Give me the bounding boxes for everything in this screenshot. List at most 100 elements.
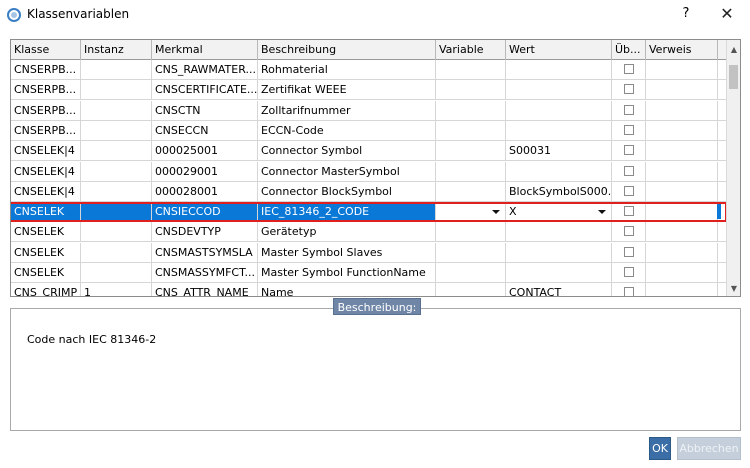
table-row[interactable]: CNSELEK|4 000029001 Connector MasterSymbol (11, 162, 726, 182)
cell-uebernehmen[interactable] (612, 101, 646, 121)
close-icon[interactable]: ✕ (716, 4, 738, 24)
cell-wert[interactable] (506, 80, 612, 100)
column-header-instanz[interactable]: Instanz (81, 40, 152, 60)
cell-verweis[interactable] (646, 202, 718, 222)
column-header-klasse[interactable]: Klasse (11, 40, 81, 60)
column-header-wert[interactable]: Wert (506, 40, 612, 60)
uebernehmen-checkbox[interactable] (624, 166, 634, 176)
cell-beschreibung: Name (258, 283, 436, 296)
cancel-button[interactable]: Abbrechen (677, 437, 741, 460)
table-row[interactable]: CNSELEK CNSMASSYMFCT... Master Symbol Func… (11, 263, 726, 283)
scrollbar-thumb[interactable] (729, 65, 738, 89)
cell-uebernehmen[interactable] (612, 121, 646, 141)
table-row[interactable]: CNSELEK CNSDEVTYP Gerätetyp (11, 222, 726, 242)
cell-verweis[interactable] (646, 263, 718, 283)
table-row[interactable]: CNSELEK|4 000025001 Connector Symbol S00031 (11, 141, 726, 161)
cell-uebernehmen[interactable] (612, 182, 646, 202)
table-row[interactable]: CNSELEK CNSMASTSYMSLA Master Symbol Slaves (11, 243, 726, 263)
cell-uebernehmen[interactable] (612, 162, 646, 182)
table-row[interactable]: CNSERPB... CNSECCN ECCN-Code (11, 121, 726, 141)
cell-wert[interactable] (506, 60, 612, 80)
uebernehmen-checkbox[interactable] (624, 267, 634, 277)
cell-uebernehmen[interactable] (612, 60, 646, 80)
uebernehmen-checkbox[interactable] (624, 247, 634, 257)
cell-beschreibung: Master Symbol FunctionName (258, 263, 436, 283)
description-text: Code nach IEC 81346-2 (27, 333, 157, 346)
cell-uebernehmen[interactable] (612, 202, 646, 222)
cell-verweis[interactable] (646, 101, 718, 121)
cell-variable[interactable] (436, 101, 506, 121)
cell-wert[interactable]: S00031 (506, 141, 612, 161)
uebernehmen-checkbox[interactable] (624, 186, 634, 196)
uebernehmen-checkbox[interactable] (624, 84, 634, 94)
cell-variable[interactable] (436, 222, 506, 242)
cell-variable[interactable] (436, 263, 506, 283)
cell-variable[interactable] (436, 182, 506, 202)
cell-variable[interactable] (436, 80, 506, 100)
ok-button[interactable]: OK (649, 437, 671, 460)
cell-variable[interactable] (436, 162, 506, 182)
uebernehmen-checkbox[interactable] (624, 125, 634, 135)
cell-variable[interactable] (436, 243, 506, 263)
cell-verweis[interactable] (646, 243, 718, 263)
uebernehmen-checkbox[interactable] (624, 287, 634, 296)
cell-verweis[interactable] (646, 182, 718, 202)
cell-uebernehmen[interactable] (612, 263, 646, 283)
uebernehmen-checkbox[interactable] (624, 226, 634, 236)
cell-variable[interactable] (436, 202, 506, 222)
vertical-scrollbar[interactable]: ▲ ▼ (726, 40, 740, 296)
uebernehmen-checkbox[interactable] (624, 105, 634, 115)
cell-verweis[interactable] (646, 121, 718, 141)
grid-header: Klasse Instanz Merkmal Beschreibung Vari… (11, 40, 726, 60)
table-row[interactable]: CNSERPB... CNSCERTIFICATE... Zertifikat WE… (11, 80, 726, 100)
cell-variable[interactable] (436, 121, 506, 141)
scroll-up-icon[interactable]: ▲ (727, 43, 740, 57)
cell-merkmal: 000029001 (152, 162, 258, 182)
cell-uebernehmen[interactable] (612, 141, 646, 161)
cell-verweis[interactable] (646, 162, 718, 182)
cell-variable[interactable] (436, 283, 506, 296)
column-header-verweis[interactable]: Verweis (646, 40, 718, 60)
dropdown-arrow-icon[interactable] (492, 210, 500, 214)
cell-uebernehmen[interactable] (612, 80, 646, 100)
cell-klasse: CNSERPB... (11, 60, 81, 80)
cell-verweis[interactable] (646, 141, 718, 161)
uebernehmen-checkbox[interactable] (624, 206, 634, 216)
column-header-uebernehmen[interactable]: Üb... (612, 40, 646, 60)
cell-wert[interactable]: BlockSymbolS000... (506, 182, 612, 202)
cell-instanz (81, 80, 152, 100)
row-selection-marker (717, 204, 721, 219)
uebernehmen-checkbox[interactable] (624, 64, 634, 74)
scroll-down-icon[interactable]: ▼ (727, 282, 740, 296)
cell-wert[interactable] (506, 243, 612, 263)
cell-instanz (81, 243, 152, 263)
cell-wert[interactable] (506, 121, 612, 141)
table-row[interactable]: CNSELEK|4 000028001 Connector BlockSymbol B… (11, 182, 726, 202)
table-row-selected[interactable]: CNSELEK CNSIECCOD IEC_81346_2_CODE X (11, 202, 727, 222)
cell-verweis[interactable] (646, 283, 718, 296)
table-row[interactable]: CNSERPB... CNS_RAWMATER... Rohmaterial (11, 60, 726, 80)
column-header-beschreibung[interactable]: Beschreibung (258, 40, 436, 60)
dropdown-arrow-icon[interactable] (598, 210, 606, 214)
cell-uebernehmen[interactable] (612, 283, 646, 296)
cell-verweis[interactable] (646, 80, 718, 100)
column-header-variable[interactable]: Variable (436, 40, 506, 60)
cell-verweis[interactable] (646, 60, 718, 80)
uebernehmen-checkbox[interactable] (624, 145, 634, 155)
cell-wert[interactable] (506, 222, 612, 242)
cell-wert[interactable] (506, 101, 612, 121)
cell-variable[interactable] (436, 60, 506, 80)
column-header-merkmal[interactable]: Merkmal (152, 40, 258, 60)
cell-wert[interactable] (506, 263, 612, 283)
table-row[interactable]: CNS_CRIMP 1 CNS_ATTR_NAME Name CONTACT (11, 283, 726, 296)
help-button[interactable]: ? (676, 4, 696, 24)
cell-klasse: CNSELEK|4 (11, 182, 81, 202)
cell-verweis[interactable] (646, 222, 718, 242)
table-row[interactable]: CNSERPB... CNSCTN Zolltarifnummer (11, 101, 726, 121)
cell-uebernehmen[interactable] (612, 222, 646, 242)
cell-uebernehmen[interactable] (612, 243, 646, 263)
cell-wert[interactable]: CONTACT (506, 283, 612, 296)
cell-variable[interactable] (436, 141, 506, 161)
cell-wert[interactable] (506, 162, 612, 182)
cell-wert[interactable]: X (506, 202, 612, 222)
